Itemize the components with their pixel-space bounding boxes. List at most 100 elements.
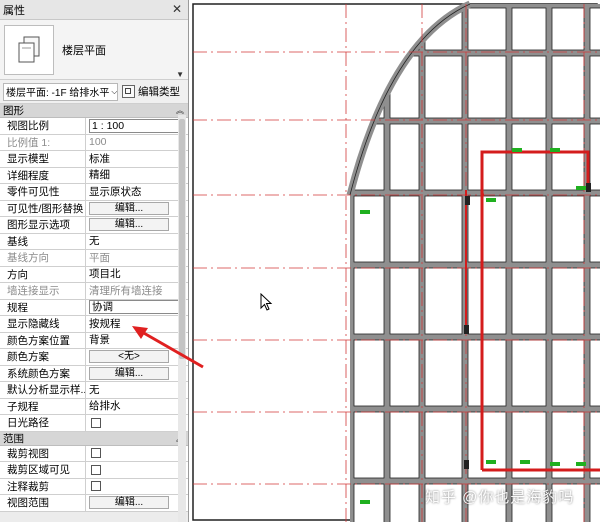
scroll-thumb[interactable]	[179, 119, 185, 359]
dropdown-arrow-icon[interactable]: ▼	[176, 70, 184, 79]
property-row[interactable]: 默认分析显示样... 无	[0, 382, 188, 399]
room-cell	[589, 123, 600, 191]
room-cell	[389, 267, 420, 335]
room-cell	[511, 7, 547, 51]
property-row[interactable]: 详细程度 精细	[0, 167, 188, 184]
room-cell	[467, 267, 507, 335]
property-value: 100	[89, 136, 107, 149]
edit-button[interactable]: 编辑...	[89, 218, 169, 232]
room-cell	[551, 339, 585, 407]
property-value[interactable]: 无	[86, 234, 188, 250]
edit-button[interactable]: <无>	[89, 350, 169, 364]
room-cell	[551, 411, 585, 479]
room-cell	[424, 267, 463, 335]
property-value[interactable]: 编辑...	[86, 201, 188, 217]
section-header-extents[interactable]: 范围 ︽	[0, 431, 188, 446]
room-cell	[589, 55, 600, 119]
property-value[interactable]: 编辑...	[86, 366, 188, 382]
panel-title: 属性	[3, 4, 25, 17]
property-value[interactable]: 编辑...	[86, 495, 188, 511]
property-label: 颜色方案位置	[0, 332, 86, 348]
floor-plan-drawing[interactable]	[190, 0, 600, 522]
property-row[interactable]: 注释裁剪	[0, 478, 188, 495]
property-value[interactable]	[86, 446, 188, 462]
property-label: 裁剪区域可见	[0, 462, 86, 478]
property-value[interactable]: 编辑...	[86, 217, 188, 233]
panel-scrollbar[interactable]	[178, 115, 186, 522]
edit-button[interactable]: 编辑...	[89, 201, 169, 215]
property-row[interactable]: 子规程 给排水	[0, 398, 188, 415]
room-cell	[424, 195, 463, 263]
property-value[interactable]: 给排水	[86, 399, 188, 415]
edit-type-button[interactable]: 编辑类型	[122, 84, 180, 99]
property-row[interactable]: 裁剪视图	[0, 445, 188, 462]
checkbox[interactable]	[91, 448, 101, 459]
property-row[interactable]: 基线无	[0, 233, 188, 250]
room-cell	[389, 123, 420, 191]
edit-button[interactable]: 编辑...	[89, 366, 169, 380]
drawing-canvas[interactable]	[190, 0, 600, 522]
extent-properties: 裁剪视图 裁剪区域可见 注释裁剪 视图范围 编辑...	[0, 445, 188, 512]
property-row[interactable]: 规程 协调	[0, 299, 188, 316]
property-label: 图形显示选项	[0, 217, 86, 233]
type-name: 楼层平面	[62, 44, 106, 57]
room-cell	[589, 483, 600, 522]
room-cell	[511, 55, 547, 119]
property-value[interactable]	[86, 462, 188, 478]
property-row[interactable]: 零件可见性 显示原状态	[0, 184, 188, 201]
property-row[interactable]: 比例值 1: 100	[0, 134, 188, 151]
room-cell	[551, 123, 585, 191]
property-value[interactable]: 精细	[86, 168, 188, 184]
room-cell	[551, 7, 585, 51]
property-value[interactable]: 背景	[86, 333, 188, 349]
property-value[interactable]: 项目北	[86, 267, 188, 283]
graphics-properties: 视图比例 1 : 100 比例值 1: 100 显示模型 标准 详细程度 精细 零件可见性 显示原…	[0, 118, 188, 432]
property-label: 基线	[0, 233, 86, 249]
edit-button[interactable]: 编辑...	[89, 496, 169, 510]
room-cell	[467, 7, 507, 51]
property-row[interactable]: 视图比例 1 : 100	[0, 118, 188, 135]
property-row[interactable]: 方向 项目北	[0, 266, 188, 283]
property-value[interactable]: 显示原状态	[86, 184, 188, 200]
property-label: 显示模型	[0, 151, 86, 167]
property-input[interactable]: 1 : 100	[89, 118, 185, 133]
instance-filter-dropdown[interactable]: 楼层平面: -1F 给排水平 ⌵	[3, 82, 118, 101]
property-input[interactable]: 协调	[89, 300, 185, 315]
property-row[interactable]: 显示模型 标准	[0, 151, 188, 168]
type-selector[interactable]: 楼层平面 ▼	[0, 20, 188, 80]
property-value[interactable]: 协调	[86, 300, 188, 316]
property-row[interactable]: 可见性/图形替换 编辑...	[0, 200, 188, 217]
room-cell	[467, 123, 507, 191]
section-header-graphics[interactable]: 图形 ︽	[0, 104, 188, 118]
room-cell	[389, 339, 420, 407]
checkbox[interactable]	[91, 417, 101, 428]
property-value[interactable]	[86, 479, 188, 495]
property-value[interactable]: 按规程	[86, 316, 188, 332]
property-row[interactable]: 系统颜色方案 编辑...	[0, 365, 188, 382]
property-row[interactable]: 视图范围 编辑...	[0, 495, 188, 512]
property-value[interactable]: 标准	[86, 151, 188, 167]
checkbox[interactable]	[91, 481, 101, 492]
property-row[interactable]: 日光路径	[0, 415, 188, 432]
property-row[interactable]: 颜色方案位置 背景	[0, 332, 188, 349]
property-label: 默认分析显示样...	[0, 382, 86, 398]
property-row[interactable]: 显示隐藏线 按规程	[0, 316, 188, 333]
instance-filter-value: 楼层平面: -1F 给排水平	[6, 88, 110, 99]
room-cell	[424, 339, 463, 407]
property-row[interactable]: 基线方向 平面	[0, 250, 188, 267]
room-cell	[467, 55, 507, 119]
close-icon[interactable]: ✕	[170, 2, 184, 17]
property-row[interactable]: 图形显示选项 编辑...	[0, 217, 188, 234]
property-label: 规程	[0, 299, 86, 315]
property-row[interactable]: 裁剪区域可见	[0, 462, 188, 479]
room-cell	[424, 123, 463, 191]
pipe-tag	[550, 148, 560, 152]
property-row[interactable]: 颜色方案 <无>	[0, 349, 188, 366]
property-value[interactable]	[86, 415, 188, 431]
property-value[interactable]: 1 : 100	[86, 118, 188, 134]
pipe-tag	[360, 500, 370, 504]
property-row[interactable]: 墙连接显示 清理所有墙连接	[0, 283, 188, 300]
property-value[interactable]: <无>	[86, 349, 188, 365]
checkbox[interactable]	[91, 464, 101, 475]
property-value[interactable]: 无	[86, 382, 188, 398]
